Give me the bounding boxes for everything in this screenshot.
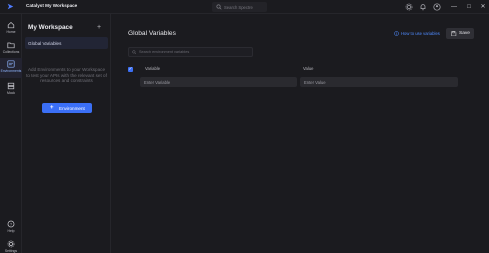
left-rail: Home Collections Environments Mock ? Hel…	[0, 14, 22, 253]
close-button[interactable]: ✕	[479, 3, 487, 11]
rail-item-label: Help	[7, 229, 15, 233]
column-header-variable: Variable	[145, 66, 161, 71]
info-icon	[394, 31, 399, 36]
panel-item-global-variables[interactable]: Global Variables	[25, 37, 108, 49]
avatar-icon[interactable]	[433, 3, 441, 11]
environments-panel: My Workspace + Global Variables Add Envi…	[22, 14, 111, 253]
title-bar: Catalyst My Workspace ⌄ Search Spectre —…	[0, 0, 489, 14]
empty-state-text: Add Environments to your Workspace to te…	[26, 67, 107, 83]
environment-icon	[7, 60, 15, 68]
home-icon	[7, 21, 15, 29]
plus-icon: +	[50, 104, 54, 111]
svg-text:?: ?	[10, 221, 13, 226]
variable-search-input[interactable]: Search environment variables	[128, 47, 253, 57]
rail-item-environments[interactable]: Environments	[0, 58, 22, 78]
rail-item-collections[interactable]: Collections	[0, 39, 22, 57]
add-environment-label: Environment	[59, 105, 85, 111]
save-button[interactable]: Save	[446, 28, 474, 39]
panel-item-label: Global Variables	[28, 40, 62, 46]
global-search-placeholder: Search Spectre	[224, 4, 253, 10]
gear-icon[interactable]	[405, 3, 413, 11]
rail-item-mock[interactable]: Mock	[0, 80, 22, 98]
rail-item-settings[interactable]: Settings	[0, 238, 22, 253]
maximize-button[interactable]: □	[465, 3, 473, 11]
main-content: Global Variables How to use variables Sa…	[111, 14, 489, 253]
select-all-checkbox[interactable]: ✓	[128, 66, 133, 72]
panel-title: My Workspace	[28, 24, 73, 31]
variable-search-placeholder: Search environment variables	[139, 50, 190, 54]
rail-item-label: Home	[6, 30, 16, 34]
page-title: Global Variables	[128, 30, 176, 37]
bell-icon[interactable]	[419, 3, 427, 11]
rail-item-label: Collections	[2, 50, 20, 54]
server-icon	[7, 82, 15, 90]
variable-value-placeholder: Enter Value	[304, 79, 326, 85]
settings-icon	[7, 240, 15, 248]
save-icon	[451, 30, 457, 36]
variable-name-placeholder: Enter Variable	[144, 79, 171, 85]
folder-icon	[7, 42, 15, 49]
save-label: Save	[459, 31, 470, 36]
search-icon	[216, 4, 222, 10]
check-icon: ✓	[128, 66, 133, 72]
rail-item-help[interactable]: ? Help	[0, 218, 22, 236]
column-header-value: Value	[303, 66, 314, 71]
minimize-button[interactable]: —	[450, 3, 458, 11]
chevron-down-icon[interactable]: ⌄	[69, 3, 73, 9]
rail-item-label: Settings	[4, 249, 18, 253]
help-icon: ?	[7, 220, 15, 228]
add-environment-icon[interactable]: +	[97, 24, 101, 31]
rail-item-label: Environments	[0, 69, 22, 73]
search-icon	[132, 50, 137, 55]
howto-link-label: How to use variables	[401, 31, 440, 36]
global-search-input[interactable]: Search Spectre	[212, 2, 267, 12]
add-environment-button[interactable]: + Environment	[42, 103, 92, 113]
rail-item-home[interactable]: Home	[0, 19, 22, 37]
variable-name-input[interactable]: Enter Variable	[140, 77, 297, 87]
variable-value-input[interactable]: Enter Value	[300, 77, 458, 87]
rail-item-label: Mock	[6, 91, 16, 95]
app-logo-icon	[7, 3, 14, 10]
